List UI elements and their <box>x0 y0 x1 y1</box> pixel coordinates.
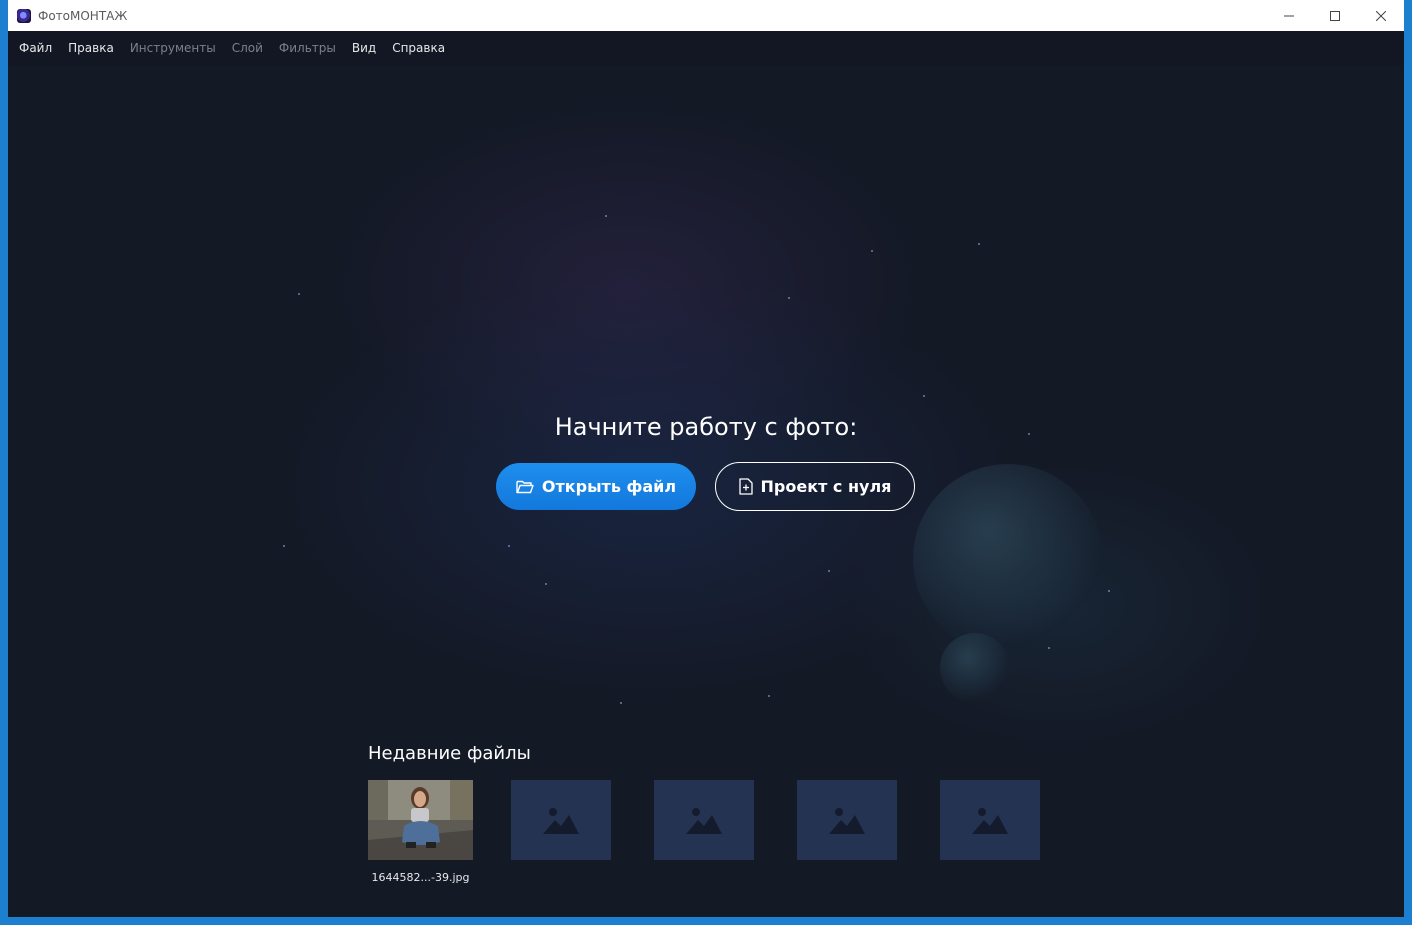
star <box>605 215 607 217</box>
recent-files-list: 1644582...-39.jpg <box>368 780 1040 884</box>
app-logo-icon <box>17 8 31 23</box>
menu-tools[interactable]: Инструменты <box>130 41 216 55</box>
recent-file-name: 1644582...-39.jpg <box>371 871 470 884</box>
desktop-strip <box>0 917 1412 925</box>
window-controls <box>1266 0 1404 31</box>
window-title: ФотоМОНТАЖ <box>38 8 128 23</box>
star <box>508 545 510 547</box>
image-placeholder-icon <box>829 808 865 834</box>
close-button[interactable] <box>1358 0 1404 31</box>
minimize-button[interactable] <box>1266 0 1312 31</box>
open-file-button[interactable]: Открыть файл <box>496 463 696 510</box>
new-document-icon <box>738 478 753 495</box>
menu-file[interactable]: Файл <box>19 41 52 55</box>
star <box>620 702 622 704</box>
image-placeholder-icon <box>972 808 1008 834</box>
minimize-icon <box>1284 15 1294 16</box>
background-planet <box>913 464 1103 654</box>
app-window: ФотоМОНТАЖ Файл Правка Инструменты Слой … <box>8 0 1404 917</box>
recent-file-placeholder <box>940 780 1040 860</box>
menu-view[interactable]: Вид <box>352 41 376 55</box>
new-project-label: Проект с нуля <box>760 477 892 496</box>
image-placeholder-icon <box>686 808 722 834</box>
menu-edit[interactable]: Правка <box>68 41 114 55</box>
star <box>871 250 873 252</box>
recent-file-placeholder <box>797 780 897 860</box>
star <box>545 583 547 585</box>
background-moon <box>940 633 1010 703</box>
star <box>283 545 285 547</box>
title-bar[interactable]: ФотоМОНТАЖ <box>8 0 1404 31</box>
open-file-label: Открыть файл <box>541 477 677 496</box>
recent-files-title: Недавние файлы <box>368 743 531 764</box>
image-placeholder-icon <box>543 808 579 834</box>
start-screen: Начните работу с фото: Открыть файл Прое… <box>8 65 1404 917</box>
maximize-button[interactable] <box>1312 0 1358 31</box>
folder-icon <box>516 479 534 494</box>
star <box>1108 590 1110 592</box>
star <box>298 293 300 295</box>
recent-file-placeholder <box>654 780 754 860</box>
menu-bar: Файл Правка Инструменты Слой Фильтры Вид… <box>8 31 1404 65</box>
recent-file-item[interactable]: 1644582...-39.jpg <box>368 780 473 884</box>
menu-layer[interactable]: Слой <box>232 41 263 55</box>
new-project-button[interactable]: Проект с нуля <box>715 462 915 511</box>
recent-file-placeholder <box>511 780 611 860</box>
maximize-icon <box>1330 10 1340 21</box>
star <box>768 695 770 697</box>
star <box>1048 647 1050 649</box>
star <box>923 395 925 397</box>
start-headline: Начните работу с фото: <box>554 413 858 441</box>
menu-help[interactable]: Справка <box>392 41 445 55</box>
star <box>978 243 980 245</box>
star <box>828 570 830 572</box>
menu-filters[interactable]: Фильтры <box>279 41 336 55</box>
star <box>788 297 790 299</box>
close-icon <box>1376 10 1386 21</box>
recent-file-thumbnail <box>368 780 473 860</box>
